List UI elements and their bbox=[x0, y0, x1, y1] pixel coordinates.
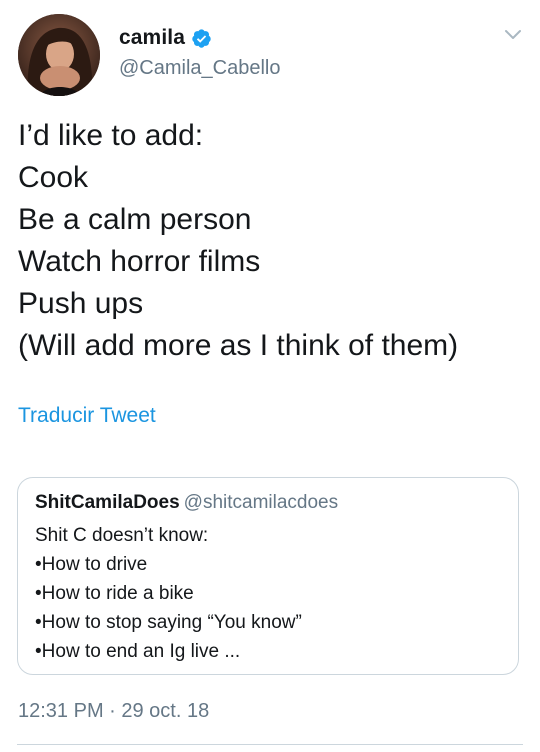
quoted-tweet-card[interactable]: ShitCamilaDoes @shitcamilacdoes Shit C do… bbox=[17, 477, 519, 675]
quoted-author-handle: @shitcamilacdoes bbox=[183, 492, 339, 513]
quoted-text-line: •How to drive bbox=[35, 554, 148, 575]
quoted-text-line: •How to stop saying “You know” bbox=[35, 612, 302, 633]
tweet-text-line: Cook bbox=[18, 161, 89, 194]
tweet-text-line: Be a calm person bbox=[18, 203, 252, 236]
tweet-text-line: Push ups bbox=[18, 287, 144, 320]
chevron-down-icon[interactable] bbox=[503, 28, 523, 42]
tweet-timestamp[interactable]: 12:31 PM · 29 oct. 18 bbox=[18, 700, 209, 723]
tweet-text-line: (Will add more as I think of them) bbox=[18, 329, 459, 362]
author-name-row[interactable]: camila bbox=[119, 24, 212, 52]
quoted-text-line: Shit C doesn’t know: bbox=[35, 525, 209, 546]
quoted-tweet-header: ShitCamilaDoes @shitcamilacdoes bbox=[35, 492, 338, 514]
author-display-name[interactable]: camila bbox=[119, 26, 185, 50]
quoted-tweet-text: Shit C doesn’t know: •How to drive •How … bbox=[35, 521, 302, 666]
quoted-text-line: •How to ride a bike bbox=[35, 583, 194, 604]
translate-tweet-link[interactable]: Traducir Tweet bbox=[18, 404, 156, 428]
avatar[interactable] bbox=[18, 14, 100, 96]
tweet-text-line: I’d like to add: bbox=[18, 119, 204, 152]
quoted-text-line: •How to end an Ig live ... bbox=[35, 641, 241, 662]
tweet-text-line: Watch horror films bbox=[18, 245, 261, 278]
quoted-author-name: ShitCamilaDoes bbox=[35, 492, 180, 513]
tweet-text: I’d like to add: Cook Be a calm person W… bbox=[18, 115, 528, 367]
verified-badge-icon bbox=[191, 28, 212, 49]
tweet-card: camila @Camila_Cabello I’d like to add: … bbox=[0, 0, 540, 752]
author-handle[interactable]: @Camila_Cabello bbox=[119, 57, 280, 80]
divider bbox=[17, 744, 523, 745]
